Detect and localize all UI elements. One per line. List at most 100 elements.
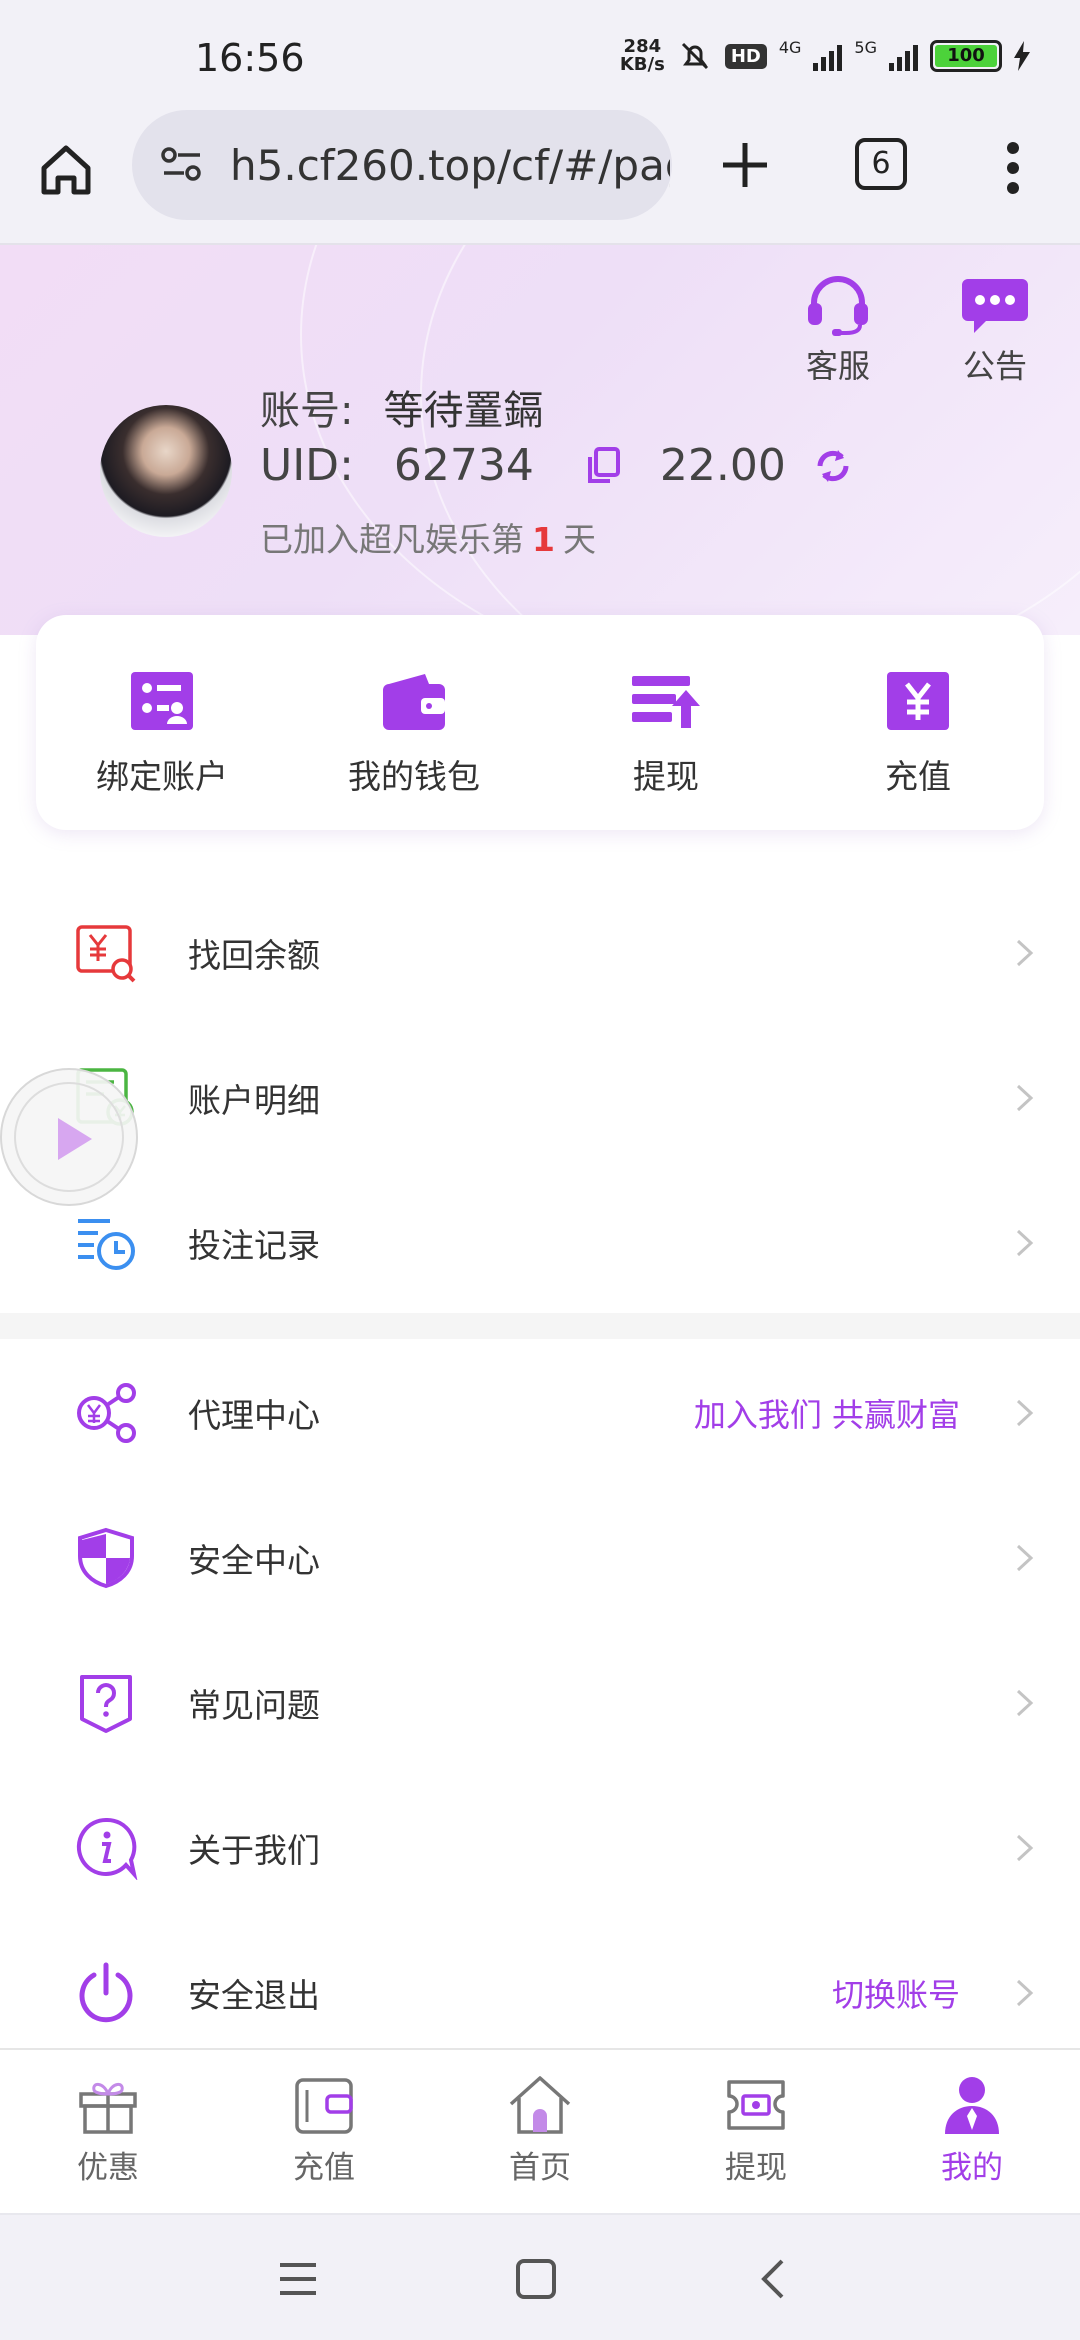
bind-account-button[interactable]: 绑定账户 bbox=[36, 615, 288, 830]
bind-account-icon bbox=[131, 672, 193, 730]
new-tab-icon[interactable] bbox=[715, 135, 775, 195]
signal-4g-label: 4G bbox=[778, 38, 802, 57]
menu-group-funds: 找回余额 账户明细 投注记录 bbox=[0, 880, 1080, 1315]
recover-balance-label: 找回余额 bbox=[188, 935, 320, 975]
tab-recharge[interactable]: 充值 bbox=[216, 2050, 432, 2213]
floating-play-button[interactable] bbox=[0, 1068, 138, 1206]
status-icons: 284 KB/s HD 4G 5G 100 bbox=[620, 38, 1030, 74]
customer-service-label: 客服 bbox=[805, 347, 870, 385]
tab-mine[interactable]: 我的 bbox=[864, 2050, 1080, 2213]
cash-icon bbox=[727, 2080, 785, 2130]
tab-withdraw[interactable]: 提现 bbox=[648, 2050, 864, 2213]
avatar[interactable] bbox=[100, 405, 232, 537]
my-wallet-button[interactable]: 我的钱包 bbox=[288, 615, 540, 830]
address-bar[interactable]: h5.cf260.top/cf/#/pag bbox=[132, 110, 672, 220]
tab-mine-label: 我的 bbox=[941, 2150, 1003, 2186]
tab-recharge-label: 充值 bbox=[293, 2150, 355, 2186]
recover-balance-icon bbox=[76, 924, 136, 982]
bind-account-label: 绑定账户 bbox=[96, 757, 228, 796]
account-details-row[interactable]: 账户明细 bbox=[0, 1025, 1080, 1170]
recharge-button[interactable]: 充值 bbox=[792, 615, 1044, 830]
customer-service-button[interactable]: 客服 bbox=[800, 275, 876, 387]
recharge-label: 充值 bbox=[885, 757, 951, 796]
wallet-icon bbox=[295, 2078, 353, 2134]
notice-label: 公告 bbox=[962, 347, 1027, 385]
joined-prefix: 已加入超凡娱乐第 bbox=[260, 520, 524, 559]
tab-withdraw-label: 提现 bbox=[725, 2150, 787, 2186]
withdraw-button[interactable]: 提现 bbox=[540, 615, 792, 830]
chevron-right-icon bbox=[1016, 1689, 1034, 1716]
faq-label: 常见问题 bbox=[188, 1685, 320, 1725]
switch-account-link[interactable]: 切换账号 bbox=[832, 1970, 960, 2016]
more-menu-icon[interactable] bbox=[1005, 140, 1021, 196]
chevron-right-icon bbox=[1016, 1084, 1034, 1111]
logout-row[interactable]: 安全退出 切换账号 bbox=[0, 1920, 1080, 2065]
profile-header: 客服 公告 账号: 等待罿鎘 UID: 62734 22.00 已加入超凡娱乐第 1… bbox=[0, 245, 1080, 635]
net-speed-unit: KB/s bbox=[619, 54, 665, 75]
account-name: 等待罿鎘 bbox=[383, 388, 544, 434]
chat-bubble-icon bbox=[962, 279, 1028, 333]
bottom-tab-bar: 优惠 充值 首页 提现 我的 bbox=[0, 2048, 1080, 2213]
my-wallet-label: 我的钱包 bbox=[348, 757, 480, 796]
uid-line: UID: 62734 22.00 bbox=[260, 440, 854, 491]
withdraw-label: 提现 bbox=[633, 757, 699, 796]
menu-group-settings: 代理中心 加入我们 共赢财富 安全中心 常见问题 关于我们 安全退出 切换账号 bbox=[0, 1340, 1080, 2065]
about-us-label: 关于我们 bbox=[188, 1830, 320, 1870]
logout-label: 安全退出 bbox=[188, 1975, 320, 2015]
account-details-label: 账户明细 bbox=[188, 1080, 320, 1120]
battery-level: 100 bbox=[935, 45, 997, 67]
wallet-icon bbox=[383, 674, 445, 730]
tab-offers-label: 优惠 bbox=[77, 2150, 139, 2186]
account-line: 账号: 等待罿鎘 bbox=[260, 378, 543, 436]
user-icon bbox=[945, 2077, 999, 2134]
refresh-icon[interactable] bbox=[812, 446, 854, 486]
faq-row[interactable]: 常见问题 bbox=[0, 1630, 1080, 1775]
about-info-icon bbox=[76, 1817, 138, 1880]
net-speed: 284 KB/s bbox=[620, 38, 665, 74]
agent-center-icon bbox=[77, 1382, 136, 1443]
notice-button[interactable]: 公告 bbox=[960, 275, 1030, 387]
bet-record-row[interactable]: 投注记录 bbox=[0, 1170, 1080, 1315]
tab-offers[interactable]: 优惠 bbox=[0, 2050, 216, 2213]
chevron-right-icon bbox=[1016, 1979, 1034, 2006]
uid-value: 62734 bbox=[393, 440, 534, 491]
status-bar: 16:56 284 KB/s HD 4G 5G 100 bbox=[0, 0, 1080, 110]
home-square-icon[interactable] bbox=[514, 2257, 558, 2301]
signal-4g-icon bbox=[813, 41, 843, 71]
security-center-label: 安全中心 bbox=[188, 1540, 320, 1580]
quick-actions-card: 绑定账户 我的钱包 提现 充值 bbox=[36, 615, 1044, 830]
copy-icon[interactable] bbox=[586, 446, 620, 485]
chevron-right-icon bbox=[1016, 939, 1034, 966]
recharge-icon bbox=[887, 672, 949, 730]
browser-home-icon[interactable] bbox=[36, 140, 96, 200]
recover-balance-row[interactable]: 找回余额 bbox=[0, 880, 1080, 1025]
uid-label: UID: bbox=[260, 440, 354, 491]
balance-value: 22.00 bbox=[659, 440, 786, 491]
bet-record-icon bbox=[78, 1218, 135, 1270]
charging-icon bbox=[1014, 41, 1030, 71]
status-time: 16:56 bbox=[195, 36, 305, 80]
battery-icon: 100 bbox=[930, 40, 1002, 72]
headset-icon bbox=[808, 276, 868, 336]
site-settings-icon[interactable] bbox=[160, 145, 204, 185]
tab-home-label: 首页 bbox=[509, 2150, 571, 2186]
agent-center-promo: 加入我们 共赢财富 bbox=[693, 1395, 960, 1434]
chevron-right-icon bbox=[1016, 1399, 1034, 1426]
back-icon[interactable] bbox=[752, 2257, 796, 2301]
agent-center-row[interactable]: 代理中心 加入我们 共赢财富 bbox=[0, 1340, 1080, 1485]
joined-days-text: 已加入超凡娱乐第 1 天 bbox=[260, 513, 596, 561]
about-us-row[interactable]: 关于我们 bbox=[0, 1775, 1080, 1920]
url-text[interactable]: h5.cf260.top/cf/#/pag bbox=[230, 141, 670, 190]
system-navigation-bar bbox=[0, 2213, 1080, 2340]
tab-home[interactable]: 首页 bbox=[432, 2050, 648, 2213]
recents-menu-icon[interactable] bbox=[276, 2257, 320, 2301]
faq-icon bbox=[80, 1674, 132, 1733]
security-center-row[interactable]: 安全中心 bbox=[0, 1485, 1080, 1630]
home-icon bbox=[509, 2076, 571, 2134]
hd-badge: HD bbox=[724, 43, 767, 69]
tab-switcher-button[interactable]: 6 bbox=[855, 138, 907, 190]
withdraw-icon bbox=[632, 676, 700, 728]
bet-record-label: 投注记录 bbox=[188, 1225, 320, 1265]
joined-days-count: 1 bbox=[532, 520, 555, 559]
joined-suffix: 天 bbox=[562, 520, 596, 559]
